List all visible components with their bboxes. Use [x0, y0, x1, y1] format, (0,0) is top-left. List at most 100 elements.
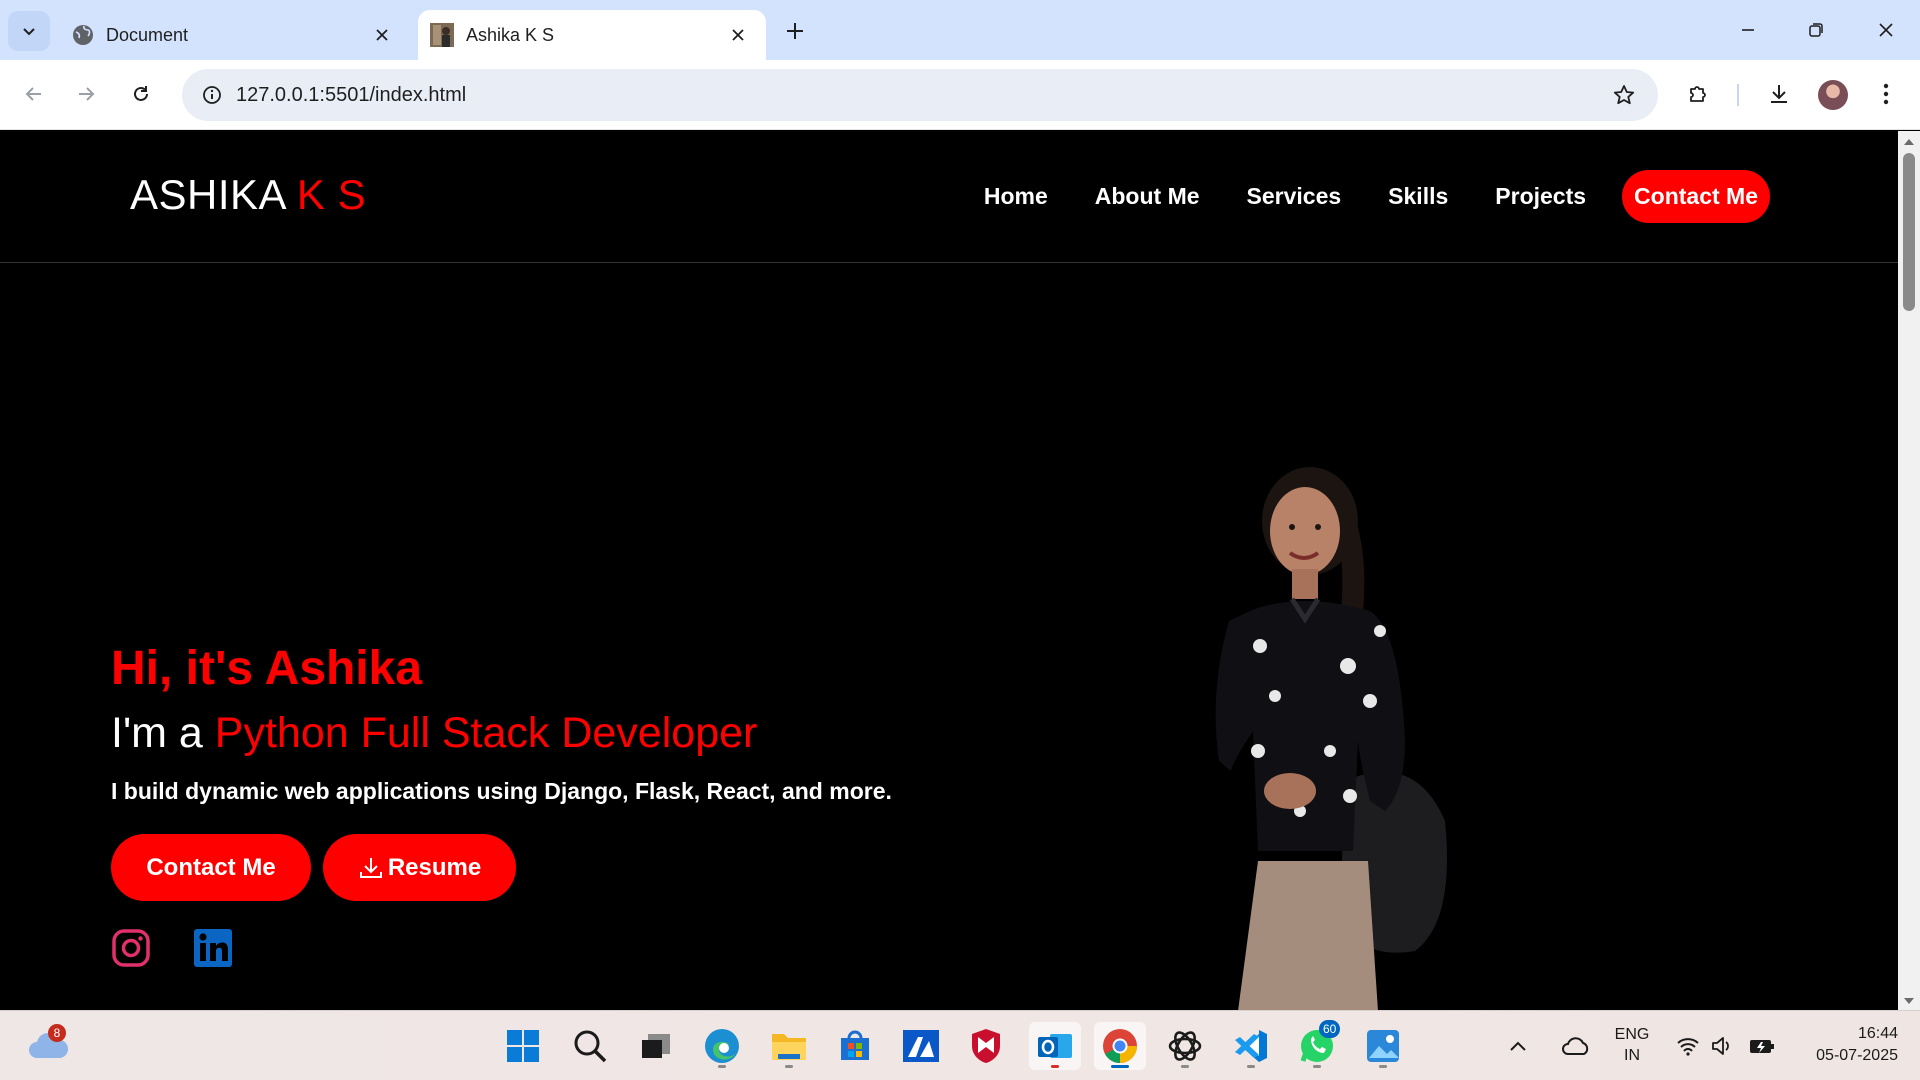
whatsapp-badge: 60: [1319, 1020, 1341, 1038]
language-code: ENG: [1614, 1026, 1650, 1043]
tab-document[interactable]: Document: [60, 10, 410, 60]
windows-taskbar: 8 60 ENG IN 16:44 05-07-2025: [0, 1010, 1920, 1080]
more-vertical-icon: [1883, 83, 1889, 105]
weather-badge: 8: [48, 1024, 66, 1042]
speaker-icon: [1712, 1037, 1729, 1055]
onedrive-tray[interactable]: [1558, 1022, 1594, 1070]
battery-tray[interactable]: [1745, 1022, 1779, 1070]
outlook-icon: [1038, 1034, 1072, 1058]
wifi-icon: [1677, 1038, 1699, 1056]
chevron-up-icon: [1510, 1041, 1526, 1051]
site-header: ASHIKA K S Home About Me Services Skills…: [0, 131, 1898, 263]
running-indicator: [1247, 1065, 1255, 1068]
site-logo[interactable]: ASHIKA K S: [130, 171, 366, 219]
nav-contact-me-button[interactable]: Contact Me: [1622, 169, 1770, 223]
tab-title: Document: [106, 24, 189, 45]
outlook-app[interactable]: [1029, 1022, 1081, 1070]
browser-toolbar: 127.0.0.1:5501/index.html: [0, 60, 1920, 130]
tab-title: Ashika K S: [466, 24, 555, 45]
arrow-right-icon: [79, 87, 95, 101]
extensions-button[interactable]: [1679, 74, 1719, 114]
download-icon: [359, 857, 382, 878]
azure-app[interactable]: [897, 1022, 945, 1070]
chrome-app[interactable]: [1094, 1022, 1146, 1070]
arrow-left-icon: [25, 87, 41, 101]
resume-button[interactable]: Resume: [323, 834, 516, 901]
downloads-button[interactable]: [1759, 74, 1799, 114]
search-icon: [574, 1030, 607, 1063]
close-icon[interactable]: [368, 21, 396, 49]
minimize-icon: [1742, 29, 1754, 31]
site-info-icon[interactable]: [196, 79, 228, 111]
language-indicator[interactable]: ENG IN: [1610, 1024, 1654, 1066]
running-indicator: [1051, 1065, 1059, 1068]
address-bar[interactable]: 127.0.0.1:5501/index.html: [182, 69, 1658, 121]
clock-date: 05-07-2025: [1816, 1047, 1898, 1064]
chevron-down-icon: [23, 28, 35, 36]
windows-icon: [507, 1030, 539, 1062]
site-favicon-icon: [430, 23, 454, 47]
region-code: IN: [1624, 1047, 1640, 1064]
profile-avatar[interactable]: [1818, 80, 1848, 110]
volume-tray[interactable]: [1707, 1022, 1737, 1070]
scroll-up-arrow-icon[interactable]: [1903, 136, 1915, 148]
nav-about-me[interactable]: About Me: [1095, 183, 1200, 210]
onedrive-icon: [1562, 1037, 1589, 1055]
nav-projects[interactable]: Projects: [1495, 183, 1586, 210]
back-button[interactable]: [14, 74, 54, 114]
main-nav: Home About Me Services Skills Projects C…: [937, 169, 1770, 223]
show-hidden-icons-button[interactable]: [1503, 1022, 1533, 1070]
weather-widget[interactable]: 8: [24, 1022, 72, 1070]
restore-icon: [1809, 23, 1823, 37]
photos-app[interactable]: [1359, 1022, 1407, 1070]
wifi-tray[interactable]: [1673, 1022, 1703, 1070]
task-view-button[interactable]: [632, 1022, 680, 1070]
role-title: Python Full Stack Developer: [214, 709, 758, 757]
vscode-app[interactable]: [1227, 1022, 1275, 1070]
scroll-down-arrow-icon[interactable]: [1903, 995, 1915, 1007]
chatgpt-app[interactable]: [1161, 1022, 1209, 1070]
download-icon: [1771, 85, 1787, 103]
clock[interactable]: 16:44 05-07-2025: [1792, 1023, 1898, 1067]
nav-services[interactable]: Services: [1247, 183, 1342, 210]
forward-button[interactable]: [66, 74, 106, 114]
contact-me-label: Contact Me: [146, 853, 276, 881]
whatsapp-app[interactable]: 60: [1293, 1020, 1341, 1070]
running-indicator: [1111, 1065, 1129, 1068]
logo-name: ASHIKA: [130, 171, 285, 218]
folder-icon: [772, 1034, 806, 1060]
reload-button[interactable]: [121, 74, 161, 114]
photos-icon: [1367, 1030, 1399, 1062]
close-icon[interactable]: [724, 21, 752, 49]
start-button[interactable]: [499, 1022, 547, 1070]
battery-charging-icon: [1750, 1040, 1774, 1053]
tab-search-button[interactable]: [8, 11, 50, 51]
bookmark-star-icon[interactable]: [1604, 75, 1644, 115]
portfolio-page: ASHIKA K S Home About Me Services Skills…: [0, 131, 1898, 1010]
restore-button[interactable]: [1791, 8, 1841, 52]
file-explorer-app[interactable]: [765, 1022, 813, 1070]
running-indicator: [1181, 1065, 1189, 1068]
globe-icon: [73, 25, 93, 45]
edge-app[interactable]: [698, 1022, 746, 1070]
close-window-button[interactable]: [1861, 8, 1911, 52]
scroll-thumb[interactable]: [1903, 153, 1915, 311]
minimize-button[interactable]: [1723, 8, 1773, 52]
microsoft-store-app[interactable]: [831, 1022, 879, 1070]
task-view-icon: [642, 1034, 670, 1058]
nav-home[interactable]: Home: [984, 183, 1048, 210]
contact-me-button[interactable]: Contact Me: [111, 834, 311, 901]
edge-icon: [705, 1029, 739, 1063]
url-text[interactable]: 127.0.0.1:5501/index.html: [236, 84, 1604, 107]
close-icon: [1879, 23, 1893, 37]
browser-menu-button[interactable]: [1866, 74, 1906, 114]
nav-skills[interactable]: Skills: [1388, 183, 1448, 210]
mcafee-app[interactable]: [962, 1022, 1010, 1070]
page-scrollbar[interactable]: [1898, 131, 1920, 1010]
search-button[interactable]: [566, 1022, 614, 1070]
browser-tab-strip: Document Ashika K S: [0, 0, 1920, 60]
instagram-icon[interactable]: [111, 928, 151, 968]
tab-ashika[interactable]: Ashika K S: [418, 10, 766, 60]
linkedin-icon[interactable]: [193, 928, 233, 968]
new-tab-button[interactable]: [778, 14, 812, 48]
